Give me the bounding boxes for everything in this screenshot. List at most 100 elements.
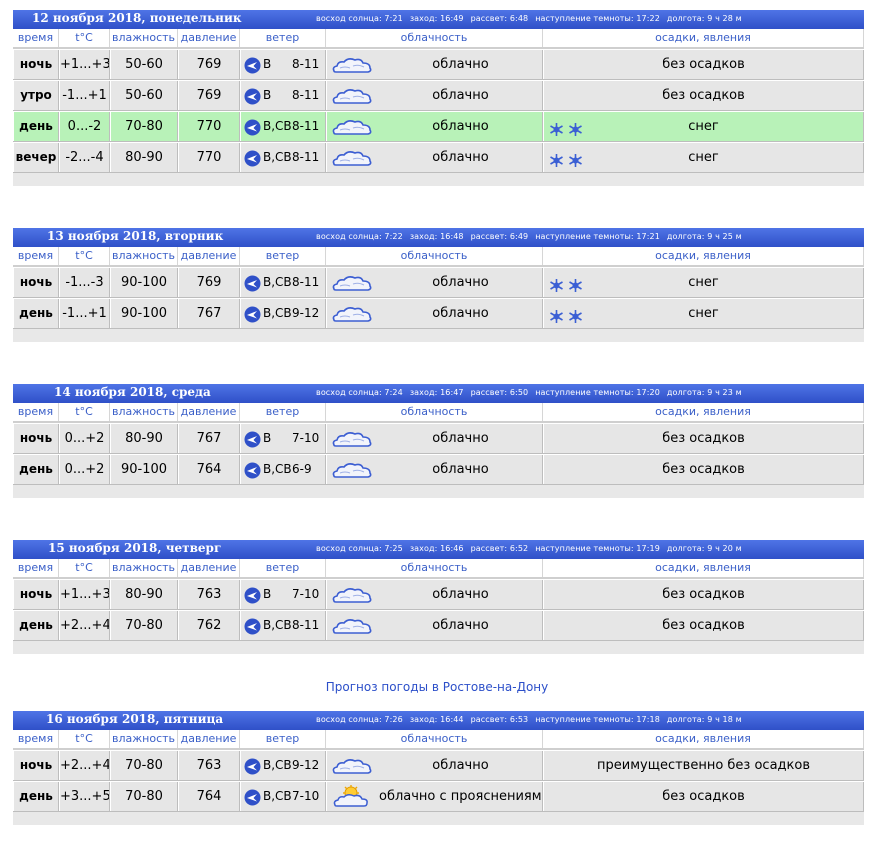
wind-direction: В — [263, 431, 272, 445]
pressure: 763 — [178, 580, 240, 609]
col-precip: осадки, явления — [543, 403, 864, 421]
dusk: наступление темноты: 17:22 — [535, 14, 660, 23]
pressure: 763 — [178, 751, 240, 780]
col-wind: ветер — [240, 403, 326, 421]
col-wind: ветер — [240, 730, 326, 748]
cloudy-icon — [331, 118, 373, 141]
wind-speed: 7-10 — [292, 587, 320, 601]
col-time: время — [13, 559, 59, 577]
col-temp: t°C — [59, 247, 110, 265]
astro-info: восход солнца: 7:24 заход: 16:47 рассвет: … — [316, 388, 749, 397]
wind-direction-icon — [244, 274, 261, 297]
table-row: ночь 0...+2 80-90 767 В 7-10 облачно без осадко… — [13, 423, 864, 454]
col-precip: осадки, явления — [543, 29, 864, 47]
wind-cell: В,СВ 9-12 — [240, 299, 326, 328]
cloud-cell: облачно — [326, 580, 543, 609]
day-length: долгота: 9 ч 25 м — [666, 232, 742, 241]
col-humidity: влажность — [110, 403, 178, 421]
cloud-cell: облачно — [326, 455, 543, 484]
humidity: 50-60 — [110, 81, 178, 110]
day-footer — [13, 173, 864, 186]
humidity: 70-80 — [110, 782, 178, 811]
cloudy-icon — [331, 87, 373, 110]
cloudy-icon — [331, 617, 373, 640]
wind-direction: В,СВ — [263, 789, 292, 803]
cloud-text: облачно — [432, 587, 489, 602]
wind-cell: В,СВ 8-11 — [240, 611, 326, 640]
col-pressure: давление — [178, 29, 240, 47]
temperature: +1...+3 — [59, 50, 110, 79]
cloudy-icon — [331, 461, 373, 484]
table-row: день 0...+2 90-100 764 В,СВ 6-9 облачно без оса… — [13, 454, 864, 485]
wind-speed: 7-10 — [292, 789, 320, 803]
sunset: заход: 16:44 — [409, 715, 464, 724]
forecast-day-2: 13 ноября 2018, вторник восход солнца: 7… — [13, 228, 864, 342]
wind-direction-icon — [244, 461, 261, 484]
astro-info: восход солнца: 7:22 заход: 16:48 рассвет: … — [316, 232, 749, 241]
cloud-cell: облачно — [326, 611, 543, 640]
day-header: 12 ноября 2018, понедельник восход солнц… — [13, 10, 864, 29]
sunset: заход: 16:49 — [409, 14, 464, 23]
cloud-text: облачно — [432, 275, 489, 290]
wind-direction: В,СВ — [263, 275, 292, 289]
wind-direction: В,СВ — [263, 462, 292, 476]
cloud-text: облачно — [432, 618, 489, 633]
cloud-text: облачно — [432, 88, 489, 103]
time-of-day: ночь — [13, 751, 59, 780]
sunset: заход: 16:46 — [409, 544, 464, 553]
col-pressure: давление — [178, 730, 240, 748]
col-temp: t°C — [59, 559, 110, 577]
cloud-cell: облачно — [326, 299, 543, 328]
wind-direction: В — [263, 88, 272, 102]
wind-cell: В 7-10 — [240, 424, 326, 453]
temperature: +1...+3 — [59, 580, 110, 609]
pressure: 770 — [178, 143, 240, 172]
col-time: время — [13, 730, 59, 748]
wind-cell: В 8-11 — [240, 81, 326, 110]
time-of-day: ночь — [13, 424, 59, 453]
wind-speed: 8-11 — [292, 88, 320, 102]
col-humidity: влажность — [110, 29, 178, 47]
forecast-day-5: 16 ноября 2018, пятница восход солнца: 7… — [13, 711, 864, 825]
temperature: -2...-4 — [59, 143, 110, 172]
table-row: день -1...+1 90-100 767 В,СВ 9-12 облачно снег — [13, 298, 864, 329]
wind-direction: В,СВ — [263, 119, 292, 133]
col-time: время — [13, 29, 59, 47]
pressure: 764 — [178, 455, 240, 484]
wind-cell: В,СВ 8-11 — [240, 143, 326, 172]
day-title: 16 ноября 2018, пятница — [46, 712, 224, 726]
wind-direction: В,СВ — [263, 758, 292, 772]
pressure: 762 — [178, 611, 240, 640]
col-temp: t°C — [59, 730, 110, 748]
cloudy-icon — [331, 430, 373, 453]
precip-text: снег — [688, 306, 719, 321]
precip-cell: снег — [543, 143, 864, 172]
table-row: день +2...+4 70-80 762 В,СВ 8-11 облачно без ос… — [13, 610, 864, 641]
cloud-text: облачно — [432, 758, 489, 773]
wind-cell: В,СВ 9-12 — [240, 751, 326, 780]
humidity: 70-80 — [110, 112, 178, 141]
day-length: долгота: 9 ч 20 м — [666, 544, 742, 553]
cloud-text: облачно с прояснениями — [379, 789, 543, 804]
precip-cell: без осадков — [543, 50, 864, 79]
city-forecast-link[interactable]: Прогноз погоды в Ростове-на-Дону — [0, 680, 874, 694]
cloudy-icon — [331, 586, 373, 609]
wind-direction-icon — [244, 149, 261, 172]
day-footer — [13, 812, 864, 825]
time-of-day: вечер — [13, 143, 59, 172]
table-row: ночь +2...+4 70-80 763 В,СВ 9-12 облачно преиму… — [13, 750, 864, 781]
humidity: 80-90 — [110, 143, 178, 172]
temperature: -1...+1 — [59, 299, 110, 328]
cloud-text: облачно — [432, 119, 489, 134]
column-headers: время t°C влажность давление ветер облач… — [13, 29, 864, 49]
precip-text: снег — [688, 150, 719, 165]
pressure: 769 — [178, 50, 240, 79]
col-time: время — [13, 403, 59, 421]
col-humidity: влажность — [110, 247, 178, 265]
cloud-cell: облачно — [326, 81, 543, 110]
day-footer — [13, 485, 864, 498]
time-of-day: день — [13, 455, 59, 484]
table-row: ночь -1...-3 90-100 769 В,СВ 8-11 облачно снег — [13, 267, 864, 298]
day-footer — [13, 641, 864, 654]
wind-cell: В,СВ 8-11 — [240, 268, 326, 297]
